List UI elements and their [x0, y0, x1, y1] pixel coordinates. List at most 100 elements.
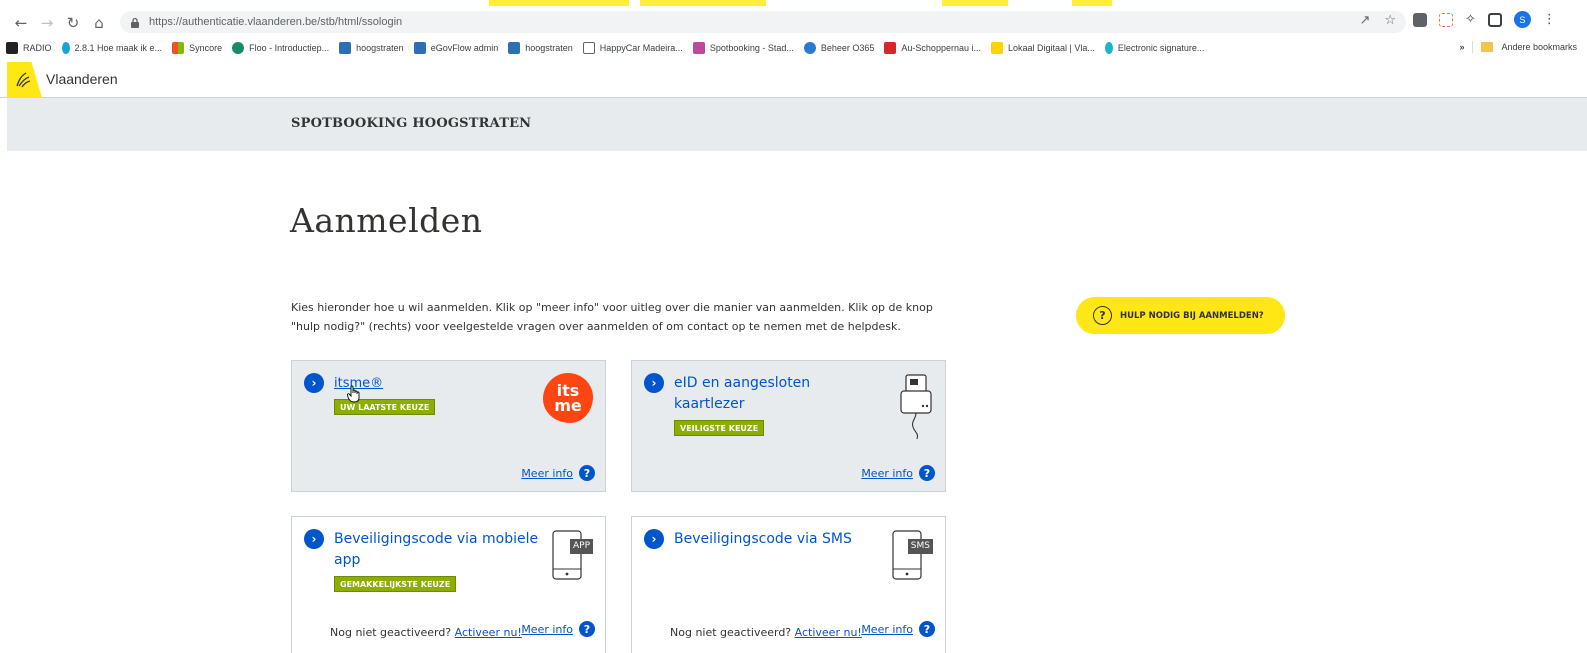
help-login-button[interactable]: ? HULP NODIG BIJ AANMELDEN? [1076, 297, 1285, 334]
bookmark-icon [990, 42, 1003, 54]
option-title-app[interactable]: Beveiligingscode via mobiele app [334, 529, 544, 571]
not-activated-text: Nog niet geactiveerd? [670, 626, 792, 639]
other-bookmarks-link[interactable]: Andere bookmarks [1501, 42, 1577, 52]
profile-initial: S [1519, 14, 1526, 25]
share-icon[interactable]: ↗ [1359, 13, 1370, 28]
forward-icon[interactable]: → [34, 10, 60, 36]
not-activated-sms: Nog niet geactiveerd? Activeer nu! [670, 626, 862, 639]
app-label-box: APP [569, 539, 593, 554]
sms-label-box: SMS [907, 539, 933, 554]
bookmark-item[interactable]: Lokaal Digitaal | Vla... [990, 42, 1095, 54]
page-title: Aanmelden [290, 201, 483, 240]
hand-cursor-icon [347, 385, 360, 403]
sms-label: SMS [910, 541, 930, 551]
bookmark-item[interactable]: Floo - Introductiep... [232, 42, 329, 54]
chevron-right-icon: › [304, 373, 324, 393]
bookmark-item[interactable]: eGovFlow admin [413, 42, 498, 54]
login-option-eid[interactable]: › eID en aangesloten kaartlezer VEILIGST… [631, 360, 946, 492]
question-icon: ? [919, 621, 935, 637]
bookmark-icon [413, 42, 426, 54]
bookmark-item[interactable]: RADIO [6, 42, 52, 54]
intro-text: Kies hieronder hoe u wil aanmelden. Klik… [291, 301, 933, 333]
bookmark-item[interactable]: HappyCar Madeira... [582, 42, 683, 54]
cropped-top-strip [0, 0, 1587, 8]
help-login-label: HULP NODIG BIJ AANMELDEN? [1120, 310, 1264, 321]
bookmark-icon [172, 42, 185, 54]
activate-now-link[interactable]: Activeer nu! [455, 626, 522, 639]
brand-name[interactable]: Vlaanderen [46, 71, 118, 87]
site-title[interactable]: SPOTBOOKING HOOGSTRATEN [291, 116, 531, 131]
bookmark-icon [1104, 42, 1113, 54]
option-title-eid[interactable]: eID en aangesloten kaartlezer [674, 373, 844, 415]
activate-now-link[interactable]: Activeer nu! [795, 626, 862, 639]
question-icon: ? [579, 465, 595, 481]
vlaanderen-lion-logo[interactable] [7, 62, 42, 98]
more-info-eid[interactable]: Meer info ? [861, 465, 935, 481]
bookmark-item[interactable]: hoogstraten [339, 42, 404, 54]
extensions-puzzle-icon[interactable]: ✧ [1465, 12, 1476, 27]
site-title-band: SPOTBOOKING HOOGSTRATEN [7, 98, 1587, 151]
not-activated-app: Nog niet geactiveerd? Activeer nu! [330, 626, 522, 639]
bookmark-icon [692, 42, 705, 54]
bookmark-icon [61, 42, 70, 54]
address-bar[interactable]: https://authenticatie.vlaanderen.be/stb/… [120, 11, 1406, 33]
card-reader-icon [900, 374, 932, 440]
bookmark-item[interactable]: hoogstraten [508, 42, 573, 54]
bookmark-icon [582, 42, 595, 54]
bookmark-star-icon[interactable]: ☆ [1384, 13, 1396, 28]
more-info-sms[interactable]: Meer info ? [861, 621, 935, 637]
profile-avatar[interactable]: S [1513, 11, 1531, 28]
bookmark-item[interactable]: Spotbooking - Stad... [692, 42, 794, 54]
option-title-sms[interactable]: Beveiligingscode via SMS [674, 529, 852, 550]
more-info-link[interactable]: Meer info [861, 467, 913, 480]
login-option-mobile-app[interactable]: › Beveiligingscode via mobiele app GEMAK… [291, 516, 606, 653]
not-activated-text: Nog niet geactiveerd? [330, 626, 452, 639]
bookmark-item[interactable]: Beheer O365 [803, 42, 874, 54]
bookmark-icon [232, 42, 245, 54]
lock-icon [131, 17, 139, 28]
easiest-choice-badge: GEMAKKELIJKSTE KEUZE [334, 576, 457, 592]
bookmark-icon [803, 42, 816, 54]
extension-c-icon[interactable] [1413, 12, 1427, 27]
vlaanderen-header: Vlaanderen [0, 62, 1587, 98]
folder-icon [1481, 42, 1494, 52]
extension-signal-icon[interactable] [1439, 12, 1453, 27]
bookmarks-divider [1472, 41, 1474, 53]
bookmark-item[interactable]: Au-Schoppernau i... [884, 42, 981, 54]
browser-toolbar: ← → ↻ ⌂ https://authenticatie.vlaanderen… [0, 8, 1587, 38]
login-option-sms[interactable]: › Beveiligingscode via SMS SMS Nog niet … [631, 516, 946, 653]
menu-dots-icon[interactable]: ⋮ [1543, 12, 1556, 27]
bookmarks-bar: RADIO 2.8.1 Hoe maak ik e... Syncore Flo… [0, 38, 1587, 58]
bookmarks-overflow-button[interactable]: » [1459, 42, 1464, 52]
bookmark-icon [884, 42, 897, 54]
chevron-right-icon: › [644, 373, 664, 393]
itsme-logo: its me [543, 373, 593, 423]
itsme-logo-text-bottom: me [554, 396, 582, 415]
url-text: https://authenticatie.vlaanderen.be/stb/… [149, 16, 403, 28]
question-icon: ? [919, 465, 935, 481]
bookmark-icon [508, 42, 521, 54]
bookmark-icon [6, 42, 18, 54]
bookmark-item[interactable]: Electronic signature... [1104, 42, 1204, 54]
reload-icon[interactable]: ↻ [60, 10, 86, 36]
chevron-right-icon: › [644, 529, 664, 549]
bookmark-item[interactable]: Syncore [172, 42, 222, 54]
back-icon[interactable]: ← [8, 10, 34, 36]
bookmark-icon [339, 42, 352, 54]
phone-app-icon [552, 530, 582, 580]
more-info-link[interactable]: Meer info [861, 623, 913, 636]
question-circle-icon: ? [1093, 306, 1112, 325]
more-info-link[interactable]: Meer info [521, 467, 573, 480]
safest-choice-badge: VEILIGSTE KEUZE [674, 420, 765, 436]
app-label: APP [572, 541, 590, 551]
question-icon: ? [579, 621, 595, 637]
bookmark-item[interactable]: 2.8.1 Hoe maak ik e... [61, 42, 162, 54]
more-info-app[interactable]: Meer info ? [521, 621, 595, 637]
lion-icon [16, 72, 31, 88]
more-info-link[interactable]: Meer info [521, 623, 573, 636]
more-info-itsme[interactable]: Meer info ? [521, 465, 595, 481]
login-option-itsme[interactable]: › itsme® UW LAATSTE KEUZE its me Meer in… [291, 360, 606, 492]
home-icon[interactable]: ⌂ [86, 10, 112, 36]
side-panel-icon[interactable] [1487, 12, 1502, 27]
phone-sms-icon [892, 530, 922, 580]
